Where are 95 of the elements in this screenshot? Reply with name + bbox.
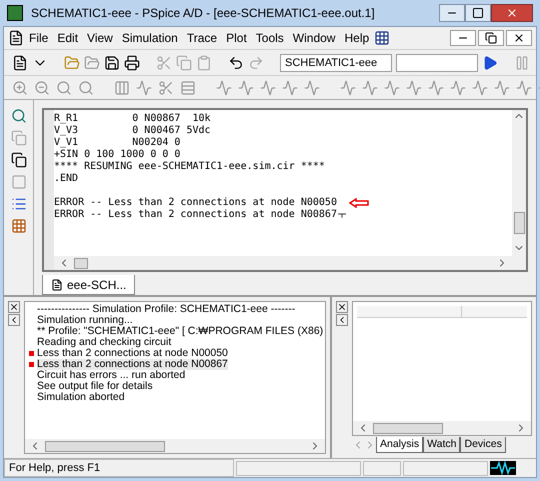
code-line: .END [54,173,78,185]
close-button[interactable] [491,4,533,22]
trace-tool-icon[interactable] [282,80,298,96]
marker-tool-icon[interactable] [340,80,356,96]
rows-icon[interactable] [180,80,196,96]
zoom-in-icon[interactable] [12,80,28,96]
window-title: SCHEMATIC1-eee - PSpice A/D - [eee-SCHEMATIC1-eee.out.1] [31,5,375,22]
log-line: Circuit has errors ... run aborted [37,370,186,381]
save-icon[interactable] [104,54,120,70]
menu-item[interactable]: Tools [252,29,288,47]
grid-icon[interactable] [10,218,26,234]
marker-tool-icon[interactable] [406,80,422,96]
code-line: V_V3 0 N00467 5Vdc [54,125,211,137]
text-field[interactable] [396,54,478,72]
scissors-icon[interactable] [156,54,172,70]
menu-item[interactable]: Simulation [118,29,182,47]
marker-tool-icon[interactable] [384,80,400,96]
menu-item[interactable]: Help [340,29,374,47]
scissors-icon[interactable] [158,80,174,96]
document-icon[interactable] [8,30,24,46]
grid-icon[interactable] [374,30,390,46]
panel-tab[interactable]: Analysis [376,436,424,454]
marker-tool-icon[interactable] [450,80,466,96]
app-logo-icon [7,5,23,21]
marker-tool-icon[interactable] [494,80,510,96]
folder-icon[interactable] [64,54,80,70]
scroll-thumb[interactable] [45,440,165,452]
search-icon[interactable] [56,80,72,96]
menu-item[interactable]: View [83,29,117,47]
search-icon[interactable] [78,80,94,96]
panel-tab[interactable]: Devices [460,436,506,454]
status-pane [363,460,401,476]
close-button[interactable] [506,30,532,46]
code-line: ERROR -- Less than 2 connections at node N00050 [54,197,337,209]
code-line: **** RESUMING eee-SCHEMATIC1-eee.sim.cir **** [54,161,325,173]
square-icon[interactable] [10,174,26,190]
marker-tool-icon[interactable] [472,80,488,96]
document-icon [51,278,63,290]
probe-icon[interactable] [10,108,26,124]
profile-field[interactable]: SCHEMATIC1-eee [280,54,392,72]
scroll-thumb[interactable] [514,212,524,234]
maximize-button[interactable] [465,4,491,22]
code-line: ERROR -- Less than 2 connections at node N00867ㅜ [54,209,347,221]
document-tab[interactable]: eee-SCH... [42,275,136,295]
trace-tool-icon[interactable] [238,80,254,96]
list-icon[interactable] [10,196,26,212]
log-line: Simulation running... [37,315,133,326]
vertical-scrollbar[interactable] [512,110,526,270]
code-line: +SIN 0 100 1000 0 0 0 [54,149,180,161]
trace-tool-icon[interactable] [216,80,232,96]
restore-button[interactable] [478,30,504,46]
menu-item[interactable]: Window [288,29,340,47]
code-line: V_V1 N00204 0 [54,137,180,149]
columns-icon[interactable] [114,80,130,96]
menu-item[interactable]: Plot [222,29,251,47]
marker-tool-icon[interactable] [428,80,444,96]
horizontal-scrollbar[interactable] [353,421,531,435]
error-marker-icon [28,351,34,356]
close-icon [506,7,518,19]
trace-tool-icon[interactable] [304,80,320,96]
log-line: See output file for details [37,381,153,392]
marker-tool-icon[interactable] [516,80,532,96]
log-line: --------------- Simulation Profile: SCHEMATIC1-eee ------- [37,304,296,315]
new-file-icon[interactable] [12,54,28,70]
marker-tool-icon[interactable] [362,80,378,96]
scroll-thumb[interactable] [74,258,88,268]
zoom-out-icon[interactable] [34,80,50,96]
panel-tab[interactable]: Watch [423,436,460,454]
code-line: R_R1 0 N00867 10k [54,113,211,125]
maximize-icon [472,7,484,19]
menu-item[interactable]: Trace [182,29,222,47]
menu-item[interactable]: File [25,29,52,47]
waveform-icon [490,461,516,475]
menu-item[interactable]: Edit [53,29,82,47]
print-icon[interactable] [124,54,140,70]
clipboard-icon[interactable] [196,54,212,70]
horizontal-scrollbar[interactable] [25,439,325,453]
undo-icon[interactable] [228,54,244,70]
log-line: Simulation aborted [37,392,125,403]
pause-icon[interactable] [514,54,530,70]
restore-icon [485,32,497,44]
waveform-icon[interactable] [136,80,152,96]
log-line: ** Profile: "SCHEMATIC1-eee" [ C:₩PROGRAM FILES (X86) [37,326,324,337]
log-line: Reading and checking circuit [37,337,172,348]
close-icon[interactable] [336,301,348,313]
error-marker-icon [28,362,34,367]
status-text: For Help, press F1 [4,458,234,478]
scroll-thumb[interactable] [373,422,443,434]
log-line: Less than 2 connections at node N00050 [37,348,228,359]
trace-tool-icon[interactable] [260,80,276,96]
copy-icon[interactable] [10,152,26,168]
horizontal-scrollbar[interactable] [54,256,512,270]
close-icon[interactable] [8,301,20,313]
play-icon[interactable] [482,54,498,70]
close-icon [513,32,525,44]
